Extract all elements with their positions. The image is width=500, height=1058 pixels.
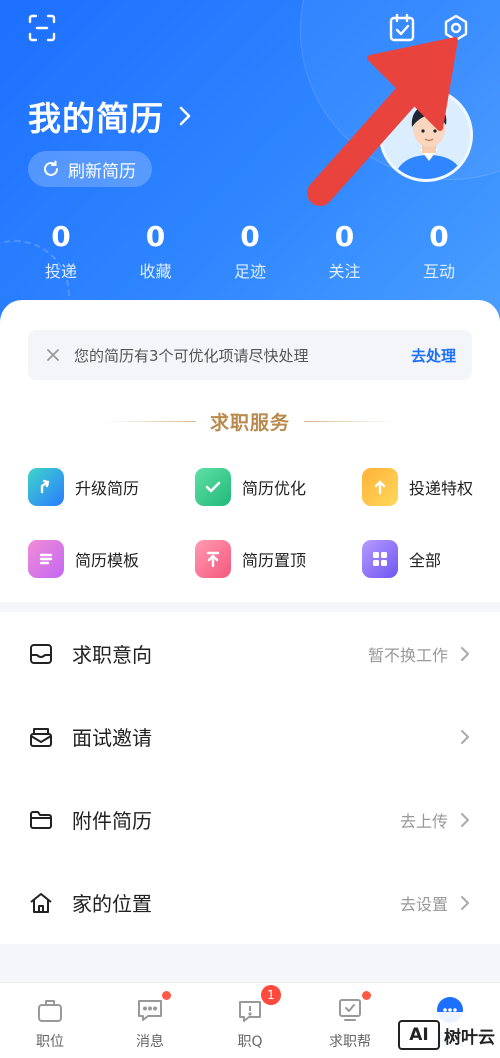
service-delivery-privilege[interactable]: 投递特权 bbox=[362, 468, 488, 506]
stat-favorites[interactable]: 0 收藏 bbox=[109, 220, 203, 282]
service-label: 简历置顶 bbox=[242, 551, 307, 570]
nav-label: 消息 bbox=[136, 1034, 164, 1050]
message-icon bbox=[135, 991, 171, 1025]
row-label: 家的位置 bbox=[72, 892, 152, 916]
stat-interactions[interactable]: 0 互动 bbox=[392, 220, 486, 282]
stat-value: 0 bbox=[334, 220, 355, 253]
chevron-right-icon bbox=[460, 895, 472, 911]
service-all[interactable]: 全部 bbox=[362, 540, 488, 578]
list-item-attachment-resume[interactable]: 附件简历 去上传 bbox=[0, 778, 500, 861]
list-item-job-intention[interactable]: 求职意向 暂不换工作 bbox=[0, 612, 500, 695]
service-label: 投递特权 bbox=[409, 479, 474, 498]
stat-label: 关注 bbox=[328, 262, 361, 281]
close-icon[interactable] bbox=[44, 346, 62, 364]
stat-label: 互动 bbox=[422, 262, 455, 281]
row-label: 求职意向 bbox=[72, 643, 152, 667]
stat-value: 0 bbox=[240, 220, 260, 253]
service-resume-optimize[interactable]: 简历优化 bbox=[195, 468, 362, 506]
page-title: 我的简历 bbox=[28, 99, 164, 138]
chevron-right-icon bbox=[460, 646, 472, 662]
service-label: 简历模板 bbox=[75, 551, 140, 570]
nav-label: 职Q bbox=[237, 1034, 263, 1050]
q-chat-icon: 1 bbox=[235, 985, 281, 1025]
row-label: 附件简历 bbox=[72, 809, 152, 833]
main-card: 您的简历有3个可优化项请尽快处理 去处理 求职服务 升级简历 简历优化 投递特权 bbox=[0, 300, 500, 602]
service-upgrade-resume[interactable]: 升级简历 bbox=[28, 468, 195, 506]
inbox-icon bbox=[28, 641, 54, 667]
refresh-icon bbox=[44, 160, 58, 176]
stat-value: 0 bbox=[51, 220, 71, 253]
refresh-resume-button[interactable]: 刷新简历 bbox=[28, 151, 152, 187]
home-icon bbox=[28, 890, 54, 916]
briefcase-icon bbox=[35, 995, 65, 1025]
scan-icon[interactable] bbox=[26, 12, 58, 44]
nav-zhiq[interactable]: 1 职Q bbox=[200, 983, 300, 1058]
help-icon bbox=[335, 991, 371, 1025]
unread-dot bbox=[162, 991, 171, 1000]
folder-icon bbox=[28, 807, 54, 833]
stat-label: 收藏 bbox=[139, 262, 172, 281]
divider bbox=[103, 421, 196, 422]
list-item-home-location[interactable]: 家的位置 去设置 bbox=[0, 861, 500, 944]
stats-row: 0 投递 0 收藏 0 足迹 0 关注 0 互动 bbox=[14, 220, 486, 282]
nav-label: 求职帮 bbox=[329, 1034, 371, 1050]
avatar[interactable] bbox=[379, 88, 473, 182]
service-label: 简历优化 bbox=[242, 479, 307, 498]
refresh-resume-label: 刷新简历 bbox=[68, 161, 136, 182]
services-grid: 升级简历 简历优化 投递特权 简历模板 简历置顶 全部 bbox=[28, 468, 488, 578]
optimize-notice: 您的简历有3个可优化项请尽快处理 去处理 bbox=[28, 330, 472, 380]
divider bbox=[304, 421, 396, 422]
chevron-right-icon bbox=[460, 812, 472, 828]
nav-jobs[interactable]: 职位 bbox=[0, 983, 100, 1058]
all-services-icon bbox=[362, 540, 398, 578]
resume-top-icon bbox=[195, 540, 231, 578]
resume-title-link[interactable]: 我的简历 bbox=[28, 92, 200, 140]
watermark-box: AI bbox=[398, 1020, 440, 1050]
stat-value: 0 bbox=[145, 220, 166, 253]
resume-settings-list: 求职意向 暂不换工作 面试邀请 附件简历 去上传 家的位置 去设置 bbox=[0, 612, 500, 944]
resume-optimize-icon bbox=[195, 468, 231, 506]
chevron-right-icon bbox=[178, 105, 200, 127]
resume-template-icon bbox=[28, 540, 64, 578]
stat-label: 投递 bbox=[44, 262, 77, 281]
upgrade-resume-icon bbox=[28, 468, 64, 506]
row-value: 去上传 bbox=[399, 811, 448, 831]
unread-badge: 1 bbox=[261, 985, 281, 1005]
stat-applied[interactable]: 0 投递 bbox=[14, 220, 108, 282]
row-value: 暂不换工作 bbox=[367, 645, 448, 665]
row-label: 面试邀请 bbox=[72, 726, 152, 750]
stat-value: 0 bbox=[429, 220, 449, 253]
list-item-interview-invites[interactable]: 面试邀请 bbox=[0, 695, 500, 778]
service-resume-template[interactable]: 简历模板 bbox=[28, 540, 195, 578]
settings-gear-icon[interactable] bbox=[440, 12, 472, 44]
delivery-privilege-icon bbox=[362, 468, 398, 506]
watermark-text: 树叶云 bbox=[444, 1027, 495, 1048]
stat-history[interactable]: 0 足迹 bbox=[203, 220, 297, 282]
notice-action-link[interactable]: 去处理 bbox=[411, 345, 456, 366]
envelope-icon bbox=[28, 724, 54, 750]
service-label: 升级简历 bbox=[75, 479, 140, 498]
services-title: 求职服务 bbox=[209, 412, 290, 434]
service-resume-top[interactable]: 简历置顶 bbox=[195, 540, 362, 578]
nav-label: 职位 bbox=[36, 1034, 64, 1050]
row-value: 去设置 bbox=[399, 894, 448, 914]
services-heading: 求职服务 bbox=[0, 408, 500, 435]
notice-text: 您的简历有3个可优化项请尽快处理 bbox=[74, 346, 309, 365]
nav-job-help[interactable]: 求职帮 bbox=[300, 983, 400, 1058]
service-label: 全部 bbox=[409, 551, 442, 570]
stat-label: 足迹 bbox=[233, 262, 266, 281]
watermark-logo: AI 树叶云 bbox=[398, 1012, 500, 1058]
unread-dot bbox=[362, 991, 371, 1000]
profile-header: 我的简历 刷新简历 0 投递 0 收藏 0 足迹 0 关注 0 互动 bbox=[0, 0, 500, 340]
nav-messages[interactable]: 消息 bbox=[100, 983, 200, 1058]
calendar-check-icon[interactable] bbox=[386, 12, 418, 44]
chevron-right-icon bbox=[460, 729, 472, 745]
stat-following[interactable]: 0 关注 bbox=[298, 220, 392, 282]
